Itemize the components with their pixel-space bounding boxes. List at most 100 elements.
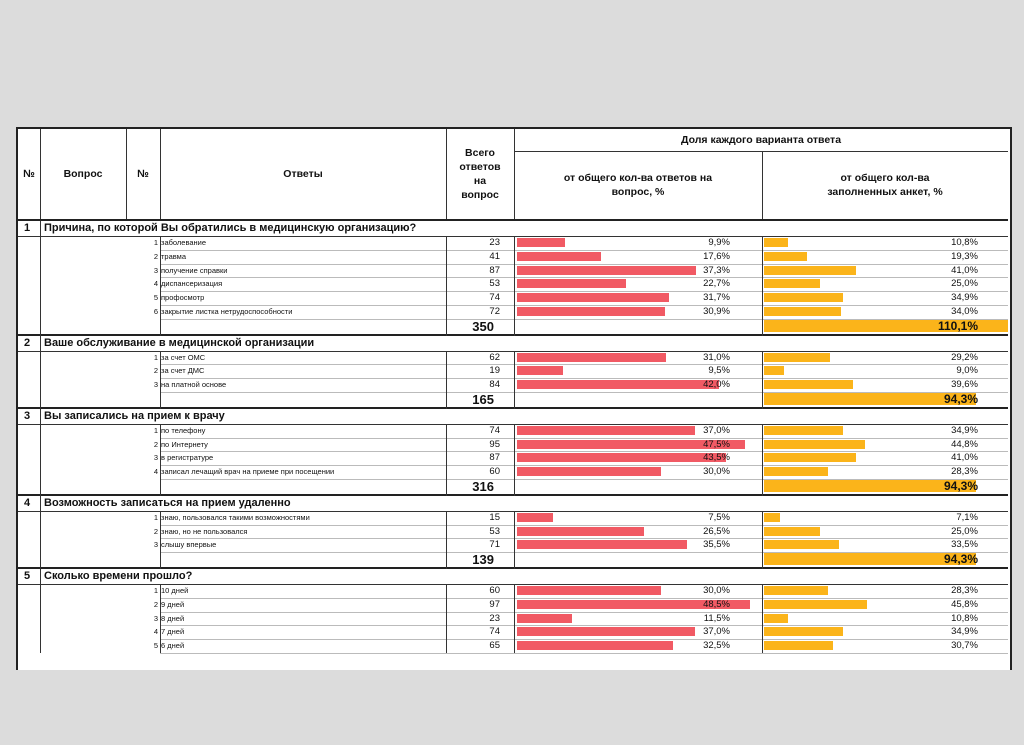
answer-share-pct: 37,3% [703, 264, 730, 276]
header-share-answers: от общего кол-ва ответов на вопрос, % [563, 171, 713, 198]
question-line [18, 350, 1008, 352]
answer-share-pct: 37,0% [703, 626, 730, 638]
answer-number: 2 [153, 439, 158, 449]
forms-share-pct: 9,0% [956, 365, 978, 377]
question-number: 5 [24, 570, 31, 582]
answer-share-bar [517, 306, 666, 316]
answer-number: 3 [153, 613, 158, 623]
answer-text: по телефону [161, 425, 206, 435]
question-line [18, 584, 1008, 585]
forms-share-pct: 33,5% [951, 539, 978, 551]
header-divider [446, 129, 447, 219]
row-line [160, 538, 1008, 540]
forms-share-bar [764, 586, 828, 595]
forms-share-bar [764, 265, 857, 275]
answer-text: диспансеризация [161, 279, 223, 289]
header-question: Вопрос [63, 167, 103, 180]
col-divider [446, 510, 447, 569]
header-divider [514, 129, 515, 219]
forms-share-pct: 34,9% [951, 292, 978, 303]
answer-text: 8 дней [161, 613, 185, 623]
col-divider [514, 584, 515, 653]
answer-share-pct: 35,5% [703, 539, 730, 551]
answer-share-bar [517, 238, 565, 247]
col-divider [762, 236, 763, 336]
answer-text: записал лечащий врач на приеме при посещ… [161, 467, 335, 476]
question-line [18, 423, 1008, 425]
answer-count: 23 [489, 237, 500, 248]
answer-count: 15 [489, 511, 500, 523]
question-total: 350 [472, 318, 494, 334]
answer-share-bar [517, 641, 673, 650]
col-divider [40, 335, 41, 351]
header-share-forms: от общего кол-ва заполненных анкет, % [827, 171, 943, 198]
answer-count: 72 [489, 305, 500, 317]
header-share: Доля каждого варианта ответа [680, 133, 842, 146]
forms-share-bar [764, 306, 841, 316]
answer-share-bar [517, 366, 563, 376]
answer-count: 97 [489, 598, 500, 610]
answer-share-bar [517, 526, 645, 536]
col-divider [40, 221, 41, 236]
question-text: Возможность записаться на прием удаленно [44, 496, 291, 509]
col-divider [40, 495, 41, 511]
answer-number: 6 [153, 306, 158, 316]
col-divider [446, 236, 447, 336]
answer-count: 74 [489, 626, 500, 638]
row-line [160, 465, 1008, 466]
answer-number: 2 [153, 599, 158, 609]
row-line [160, 263, 1008, 265]
answer-share-pct: 7,5% [708, 511, 730, 523]
answer-share-pct: 43,5% [703, 452, 730, 464]
row-line [160, 597, 1008, 599]
answer-share-pct: 30,0% [703, 585, 730, 596]
answer-text: 7 дней [161, 627, 185, 637]
forms-share-bar [764, 526, 821, 536]
forms-share-pct: 41,0% [951, 452, 978, 464]
forms-share-bar [764, 599, 868, 609]
answer-number: 5 [153, 641, 158, 650]
row-line [160, 524, 1008, 526]
col-divider [40, 408, 41, 424]
header-total: Всего ответов на вопрос [459, 146, 501, 202]
answer-share-pct: 47,5% [703, 438, 730, 450]
answer-text: 9 дней [161, 599, 185, 609]
answer-share-pct: 30,9% [703, 305, 730, 317]
answer-number: 1 [153, 352, 158, 362]
forms-share-bar [764, 627, 843, 637]
col-divider [40, 350, 41, 409]
question-line [18, 236, 1008, 237]
question-number: 3 [24, 409, 31, 422]
forms-share-pct: 45,8% [951, 598, 978, 610]
col-divider [514, 350, 515, 409]
question-text: Вы записались на прием к врачу [44, 409, 225, 422]
forms-share-pct: 28,3% [951, 585, 978, 596]
answer-number: 2 [153, 526, 158, 536]
answer-text: в регистратуре [161, 453, 214, 463]
answer-share-bar [517, 512, 553, 522]
row-line [160, 437, 1008, 439]
answer-share-pct: 17,6% [703, 250, 730, 262]
answer-share-bar [517, 627, 695, 637]
row-line [160, 277, 1008, 279]
forms-share-bar [764, 467, 828, 476]
answer-number: 3 [153, 380, 158, 389]
forms-share-bar [764, 380, 854, 389]
forms-share-bar [764, 238, 789, 247]
header-answer-num: № [137, 167, 149, 180]
answer-count: 62 [489, 351, 500, 363]
answer-share-pct: 22,7% [703, 278, 730, 290]
question-text: Сколько времени прошло? [44, 570, 193, 582]
col-divider [40, 423, 41, 496]
forms-share-bar [764, 293, 843, 302]
col-divider [40, 510, 41, 569]
answer-number: 2 [153, 251, 158, 261]
header-divider [40, 129, 41, 219]
col-divider [446, 584, 447, 653]
answer-count: 87 [489, 264, 500, 276]
answer-share-bar [517, 251, 602, 261]
forms-share-pct: 25,0% [951, 525, 978, 537]
col-divider [160, 423, 161, 496]
question-bottom-line [18, 493, 1008, 496]
row-line [160, 625, 1008, 627]
